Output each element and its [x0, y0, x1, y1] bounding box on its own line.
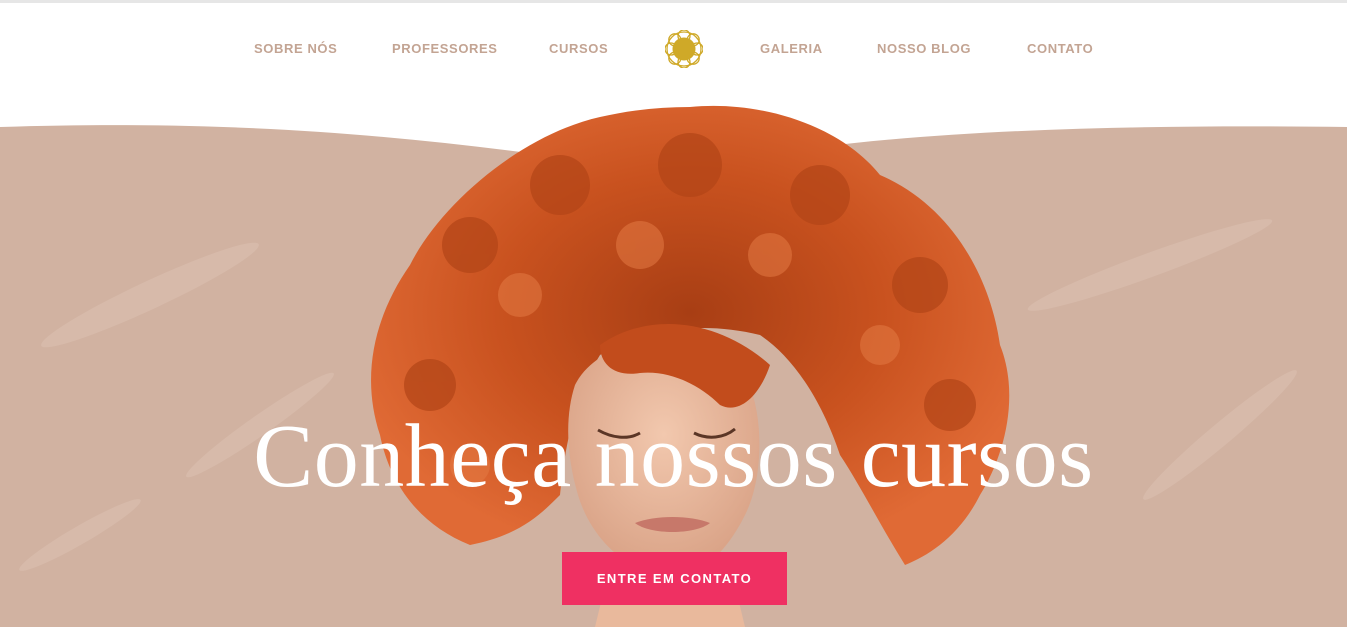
- nav-link-galeria[interactable]: GALERIA: [760, 41, 823, 57]
- hero-headline: Conheça nossos cursos: [253, 407, 1094, 506]
- nav-link-contato[interactable]: CONTATO: [1027, 41, 1093, 57]
- main-navigation: SOBRE NÓS PROFESSORES CURSOS GALERIA NOS…: [0, 3, 1347, 95]
- nav-link-sobre-nos[interactable]: SOBRE NÓS: [254, 41, 337, 57]
- contact-cta-button[interactable]: ENTRE EM CONTATO: [562, 552, 787, 605]
- nav-link-professores[interactable]: PROFESSORES: [392, 41, 498, 57]
- hero-section: [0, 95, 1347, 627]
- nav-link-cursos[interactable]: CURSOS: [549, 41, 608, 57]
- nav-link-nosso-blog[interactable]: NOSSO BLOG: [877, 41, 971, 57]
- hero-background: [0, 105, 1347, 627]
- gold-flower-logo-icon[interactable]: [665, 30, 703, 68]
